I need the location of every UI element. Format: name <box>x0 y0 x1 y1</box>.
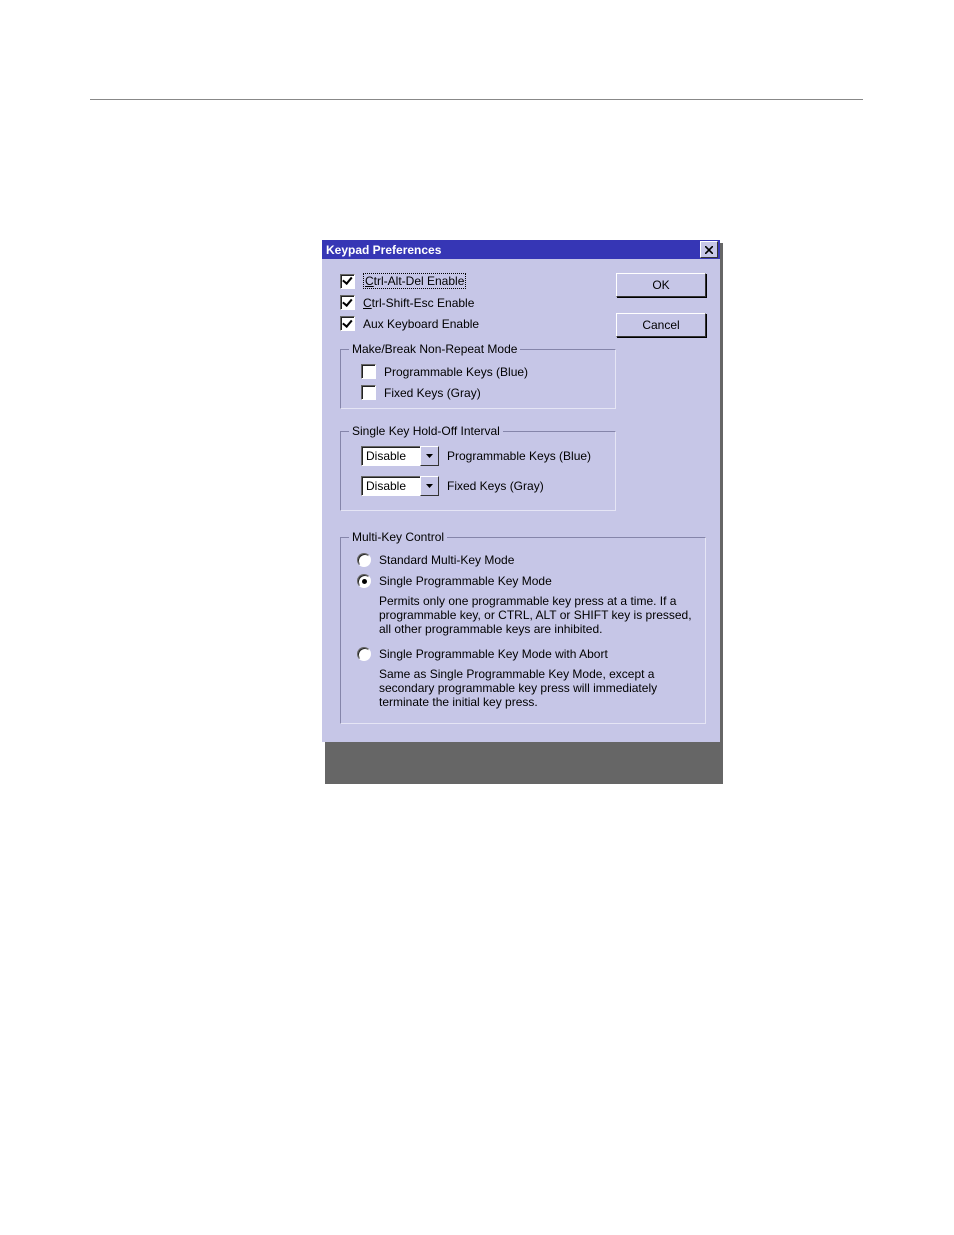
holdoff-fixed-label: Fixed Keys (Gray) <box>447 479 544 493</box>
cancel-button[interactable]: Cancel <box>616 313 706 337</box>
page-divider <box>90 99 863 100</box>
holdoff-fixed-combo[interactable]: Disable <box>361 476 439 496</box>
single-prog-key-label: Single Programmable Key Mode <box>379 574 552 588</box>
dialog-body: Ctrl-Alt-Del Enable Ctrl-Shift-Esc Enabl… <box>322 259 720 742</box>
checkbox-icon <box>361 385 376 400</box>
radio-icon <box>357 553 371 567</box>
multikey-group: Multi-Key Control Standard Multi-Key Mod… <box>340 537 706 724</box>
mb-fixed-keys-checkbox[interactable]: Fixed Keys (Gray) <box>361 385 603 400</box>
close-icon <box>705 246 713 254</box>
single-prog-key-abort-desc: Same as Single Programmable Key Mode, ex… <box>379 667 693 709</box>
standard-multikey-label: Standard Multi-Key Mode <box>379 553 514 567</box>
close-button[interactable] <box>700 241 718 258</box>
standard-multikey-radio[interactable]: Standard Multi-Key Mode <box>357 552 693 567</box>
keypad-preferences-dialog: Keypad Preferences Ctrl-Alt-Del Enable C… <box>322 240 720 742</box>
aux-keyboard-enable-checkbox[interactable]: Aux Keyboard Enable <box>340 316 616 331</box>
checkbox-icon <box>361 364 376 379</box>
dropdown-button[interactable] <box>420 476 439 496</box>
holdoff-prog-value: Disable <box>361 446 420 466</box>
checkbox-icon <box>340 295 355 310</box>
radio-icon <box>357 647 371 661</box>
single-prog-key-desc: Permits only one programmable key press … <box>379 594 693 636</box>
single-prog-key-abort-radio[interactable]: Single Programmable Key Mode with Abort <box>357 646 693 661</box>
ctrl-shift-esc-label: Ctrl-Shift-Esc Enable <box>363 296 474 310</box>
checkbox-icon <box>340 316 355 331</box>
mb-programmable-keys-checkbox[interactable]: Programmable Keys (Blue) <box>361 364 603 379</box>
multikey-legend: Multi-Key Control <box>349 530 447 544</box>
mb-fixed-keys-label: Fixed Keys (Gray) <box>384 386 481 400</box>
holdoff-prog-combo[interactable]: Disable <box>361 446 439 466</box>
dialog-title: Keypad Preferences <box>326 243 700 257</box>
holdoff-group: Single Key Hold-Off Interval Disable Pro… <box>340 431 616 511</box>
ctrl-alt-del-label: Ctrl-Alt-Del Enable <box>363 273 466 289</box>
single-prog-key-radio[interactable]: Single Programmable Key Mode <box>357 573 693 588</box>
radio-icon <box>357 574 371 588</box>
ok-button[interactable]: OK <box>616 273 706 297</box>
make-break-legend: Make/Break Non-Repeat Mode <box>349 342 520 356</box>
holdoff-fixed-value: Disable <box>361 476 420 496</box>
aux-keyboard-label: Aux Keyboard Enable <box>363 317 479 331</box>
titlebar[interactable]: Keypad Preferences <box>322 240 720 259</box>
ctrl-shift-esc-enable-checkbox[interactable]: Ctrl-Shift-Esc Enable <box>340 295 616 310</box>
holdoff-legend: Single Key Hold-Off Interval <box>349 424 503 438</box>
mb-programmable-keys-label: Programmable Keys (Blue) <box>384 365 528 379</box>
make-break-group: Make/Break Non-Repeat Mode Programmable … <box>340 349 616 409</box>
holdoff-prog-label: Programmable Keys (Blue) <box>447 449 591 463</box>
dropdown-button[interactable] <box>420 446 439 466</box>
single-prog-key-abort-label: Single Programmable Key Mode with Abort <box>379 647 608 661</box>
ctrl-alt-del-enable-checkbox[interactable]: Ctrl-Alt-Del Enable <box>340 273 616 289</box>
chevron-down-icon <box>426 484 433 488</box>
chevron-down-icon <box>426 454 433 458</box>
checkbox-icon <box>340 274 355 289</box>
